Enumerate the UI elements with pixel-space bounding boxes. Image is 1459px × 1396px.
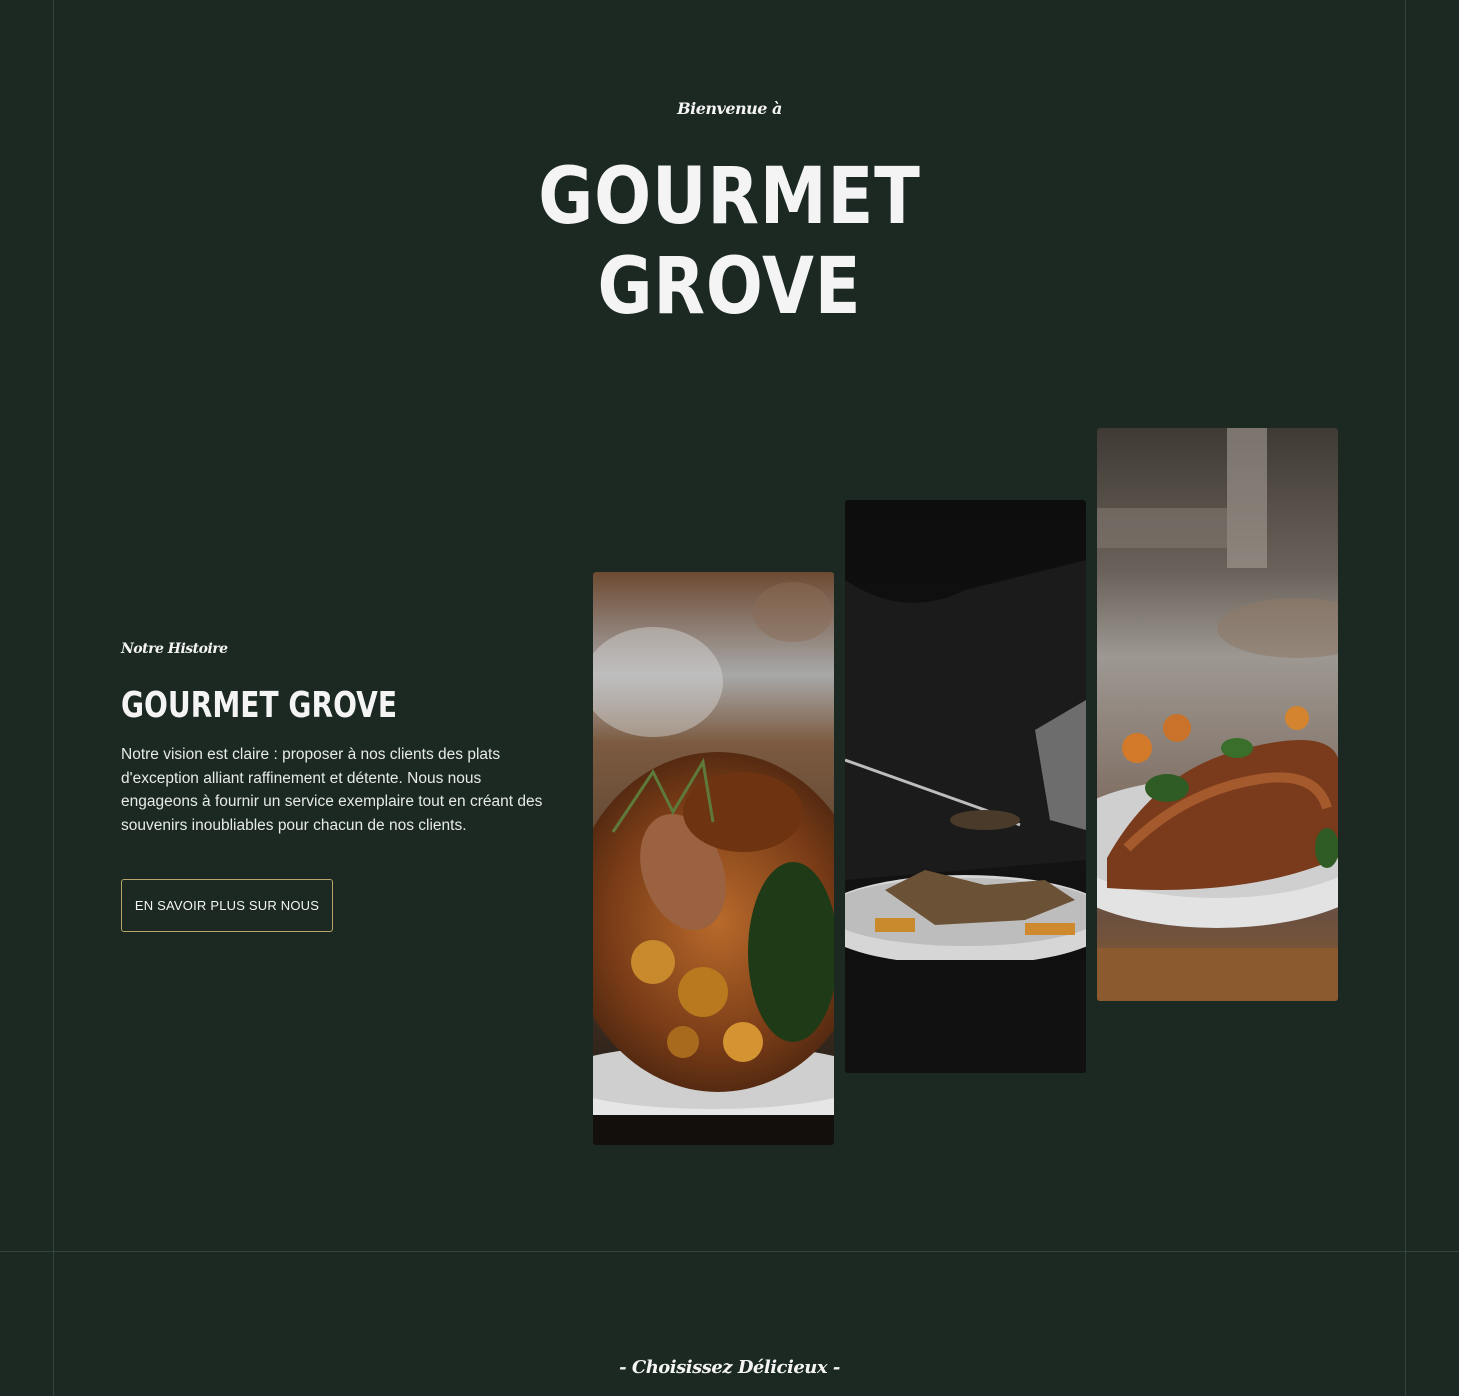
story-kicker: Notre Histoire bbox=[121, 641, 228, 657]
glazed-meat-plate-photo bbox=[1097, 428, 1338, 1001]
hero-welcome: Bienvenue à bbox=[677, 99, 782, 118]
story-title: GOURMET GROVE bbox=[121, 685, 398, 726]
hero-title-line1: GOURMET bbox=[538, 152, 921, 242]
guide-line-right bbox=[1405, 0, 1406, 1396]
roasted-dish-photo bbox=[593, 572, 834, 1145]
section-divider bbox=[0, 1251, 1459, 1252]
guide-line-left bbox=[53, 0, 54, 1396]
menu-section-heading: - Choisissez Délicieux - bbox=[619, 1357, 840, 1378]
story-text: Notre vision est claire : proposer à nos… bbox=[121, 746, 543, 834]
page: Bienvenue à GOURMET GROVE Notre Histoire… bbox=[0, 0, 1459, 1396]
chef-plating-photo bbox=[845, 500, 1086, 1073]
hero-title-line2: GROVE bbox=[597, 242, 862, 332]
hero-title: GOURMET GROVE bbox=[102, 152, 1357, 332]
about-us-button[interactable]: EN SAVOIR PLUS SUR NOUS bbox=[121, 879, 333, 932]
